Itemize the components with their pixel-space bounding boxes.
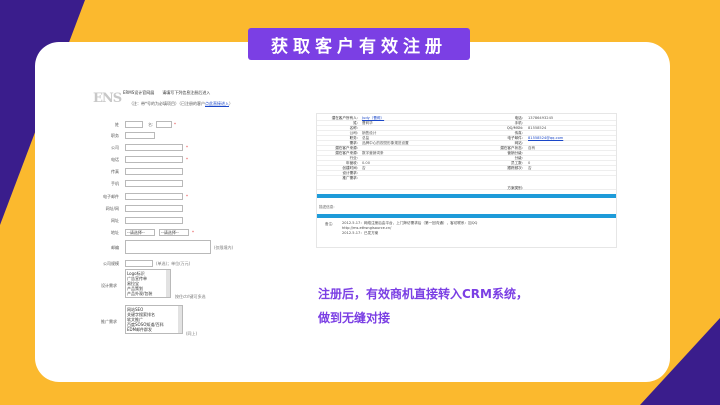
caption-line-2: 做到无缝对接: [318, 311, 391, 325]
qq-input[interactable]: [125, 205, 183, 212]
form-row-website: 网址: [93, 217, 278, 225]
company-size-input[interactable]: [125, 260, 153, 267]
form-row-qq: 网址/网: [93, 205, 278, 213]
form-row-postcode: 邮编 (仅限境内): [93, 240, 278, 256]
form-row-mobile: 手机: [93, 180, 278, 188]
logo: ENS: [93, 91, 122, 106]
form-row-phone: 电话 *: [111, 156, 188, 163]
list-scrollbar[interactable]: [166, 270, 170, 297]
design-label: 设计需求: [101, 283, 117, 288]
promo-note: (同上): [186, 331, 198, 336]
surname-input[interactable]: [125, 121, 143, 128]
crm-record-screenshot: 潜在客户所有人: Judy（曹莉） 电话: 13786493245 姓: 曹莉华…: [316, 113, 617, 248]
postcode-input[interactable]: [125, 240, 211, 254]
crm-section-bar: [317, 194, 616, 198]
login-link[interactable]: 点此直接进入: [205, 101, 229, 106]
caption-line-1: 注册后，有效商机直接转入CRM系统，: [318, 287, 528, 301]
fax-input[interactable]: [125, 168, 183, 175]
registration-form-screenshot: ENS ERMS设计官网展 请填写下列信息注册后进入 （注：带*号的为必填项目）…: [93, 87, 278, 337]
title-input[interactable]: [125, 132, 155, 139]
promo-needs-list[interactable]: 网站SEO 关键字搜索排名 软文推广 百度SOSO知道/百科 EDM邮件群发: [125, 305, 183, 334]
description-label: 描述信息:: [319, 205, 335, 209]
promo-label: 推广需求: [101, 319, 117, 324]
design-note: 按住ctrl键可多选: [175, 294, 206, 299]
form-header: ERMS设计官网展 请填写下列信息注册后进入: [123, 90, 211, 95]
crm-section-bar: [317, 214, 616, 218]
province-select[interactable]: --请选择--: [125, 229, 155, 236]
form-row-email: 电子邮件 *: [103, 193, 188, 200]
city-select[interactable]: --请选择--: [159, 229, 189, 236]
notes-label: 备注:: [325, 222, 334, 226]
design-needs-list[interactable]: Logo标识 广告宣传单 易拉宝 产品策划 产品外观/包装: [125, 269, 171, 298]
form-row-fax: 传真: [93, 168, 278, 176]
website-input[interactable]: [125, 217, 183, 224]
page-title: 获取客户有效注册: [271, 36, 447, 57]
title-banner: 获取客户有效注册: [248, 28, 470, 60]
given-name-input[interactable]: [156, 121, 172, 128]
company-input[interactable]: [125, 144, 183, 151]
phone-input[interactable]: [125, 156, 183, 163]
form-row-title: 职务: [93, 132, 278, 140]
form-row-name: 姓 名: *: [115, 121, 176, 128]
email-input[interactable]: [125, 193, 183, 200]
list-scrollbar[interactable]: [178, 306, 182, 333]
form-row-company-size: 公司规模 (单选)；单位(万元): [103, 260, 191, 267]
form-row-company: 公司 *: [111, 144, 188, 151]
mobile-input[interactable]: [125, 180, 183, 187]
form-row-address: 地址 --请选择-- --请选择-- *: [111, 229, 194, 236]
email-link[interactable]: 81558524@qq.com: [528, 136, 563, 140]
crm-notes: 2012.5.17：网络注册后由平台，上门拜访需求后（第一回沟通），客访联系：加…: [342, 221, 478, 235]
form-note: （注：带*号的为必填项目）（已注册的客户点此直接进入）: [129, 101, 233, 106]
crm-row: 推广需求: 方案类别:: [317, 176, 616, 190]
